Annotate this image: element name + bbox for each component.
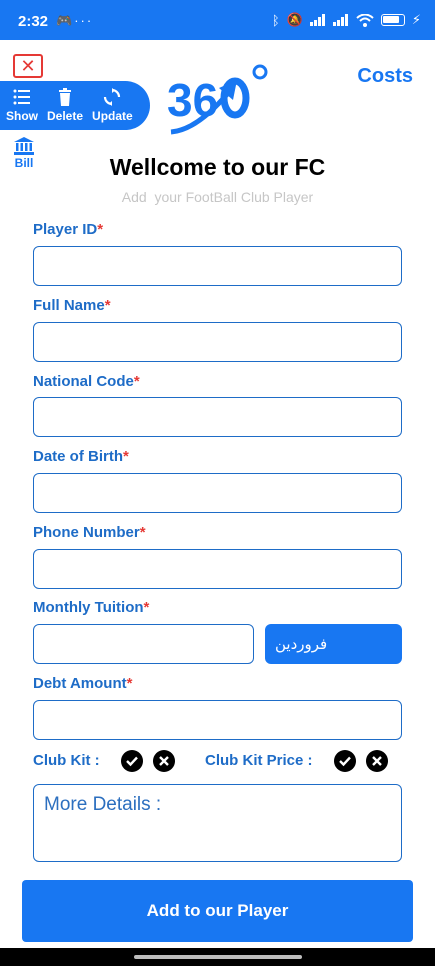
- page-title: Wellcome to our FC: [109, 154, 326, 180]
- x-icon: [372, 756, 382, 766]
- app-logo: 36: [167, 64, 268, 135]
- required-star: *: [139, 524, 146, 541]
- monthly-tuition-label-text: Monthly Tuition: [33, 599, 144, 616]
- club-kit-yes-button[interactable]: [121, 750, 143, 772]
- date-of-birth-label-text: Date of Birth: [33, 448, 123, 465]
- date-of-birth-input[interactable]: [33, 473, 402, 513]
- charging-icon: ⚡: [411, 12, 421, 27]
- show-button[interactable]: Show: [6, 88, 38, 123]
- close-icon: ✕: [20, 56, 36, 76]
- wifi-icon: [356, 13, 374, 27]
- required-star: *: [143, 599, 150, 616]
- more-dots-icon: ···: [74, 13, 94, 28]
- debt-amount-label: Debt Amount*: [33, 675, 132, 692]
- status-left-icons: 🎮···: [56, 13, 93, 29]
- show-label: Show: [6, 109, 38, 123]
- phone-number-input[interactable]: [33, 549, 402, 589]
- club-kit-price-label: Club Kit Price :: [205, 752, 313, 769]
- required-star: *: [133, 373, 140, 390]
- battery-icon: [380, 14, 405, 26]
- x-icon: [159, 756, 169, 766]
- national-code-label-text: National Code: [33, 373, 134, 390]
- debt-amount-input[interactable]: [33, 700, 402, 740]
- month-select-value: فروردین: [275, 636, 328, 653]
- mute-icon: 🔕: [286, 12, 303, 27]
- club-kit-label: Club Kit :: [33, 752, 100, 769]
- status-right-icons: ᛒ 🔕 ⚡: [272, 12, 421, 28]
- refresh-icon: [104, 88, 121, 106]
- delete-label: Delete: [47, 109, 84, 123]
- costs-link[interactable]: Costs: [357, 65, 413, 88]
- check-icon: [126, 756, 138, 767]
- game-controller-icon: 🎮: [56, 13, 75, 28]
- bank-icon: [14, 137, 34, 155]
- list-icon: [13, 89, 30, 105]
- signal-icon: [332, 14, 348, 26]
- player-id-label-text: Player ID: [33, 221, 98, 238]
- monthly-tuition-label: Monthly Tuition*: [33, 599, 149, 616]
- status-bar: 2:32 🎮··· ᛒ 🔕 ⚡: [0, 0, 435, 40]
- club-kit-no-button[interactable]: [153, 750, 175, 772]
- more-details-textarea[interactable]: More Details :: [33, 784, 402, 862]
- month-select-button[interactable]: فروردین: [265, 624, 402, 664]
- more-details-placeholder: More Details :: [44, 794, 162, 815]
- svg-text:36: 36: [167, 74, 218, 126]
- phone-number-label: Phone Number*: [33, 524, 146, 541]
- page-subtitle: Add your FootBall Club Player: [121, 189, 314, 205]
- update-button[interactable]: Update: [92, 88, 133, 123]
- player-id-input[interactable]: [33, 246, 402, 286]
- required-star: *: [126, 675, 133, 692]
- system-nav-bar: [0, 948, 435, 966]
- check-icon: [339, 756, 351, 767]
- bluetooth-icon: ᛒ: [271, 12, 280, 28]
- club-kit-price-no-button[interactable]: [366, 750, 388, 772]
- club-kit-row: Club Kit : Club Kit Price :: [0, 750, 435, 774]
- full-name-label: Full Name*: [33, 297, 111, 314]
- add-player-label: Add to our Player: [146, 901, 289, 920]
- add-player-button[interactable]: Add to our Player: [22, 880, 413, 942]
- trash-icon: [59, 88, 72, 106]
- update-label: Update: [92, 109, 133, 123]
- club-kit-price-yes-button[interactable]: [334, 750, 356, 772]
- delete-button[interactable]: Delete: [47, 88, 83, 123]
- player-id-label: Player ID*: [33, 221, 103, 238]
- debt-amount-label-text: Debt Amount: [33, 675, 127, 692]
- national-code-input[interactable]: [33, 397, 402, 437]
- date-of-birth-label: Date of Birth*: [33, 448, 129, 465]
- signal-icon: [309, 14, 325, 26]
- phone-number-label-text: Phone Number: [33, 524, 140, 541]
- monthly-tuition-input[interactable]: [33, 624, 254, 664]
- full-name-input[interactable]: [33, 322, 402, 362]
- full-name-label-text: Full Name: [33, 297, 105, 314]
- required-star: *: [123, 448, 129, 465]
- close-button[interactable]: ✕: [13, 54, 43, 78]
- status-time: 2:32: [18, 13, 49, 30]
- required-star: *: [97, 221, 104, 238]
- home-gesture-pill[interactable]: [134, 955, 302, 959]
- national-code-label: National Code*: [33, 373, 140, 390]
- action-toolbar: Show Delete Update: [0, 81, 150, 130]
- required-star: *: [104, 297, 111, 314]
